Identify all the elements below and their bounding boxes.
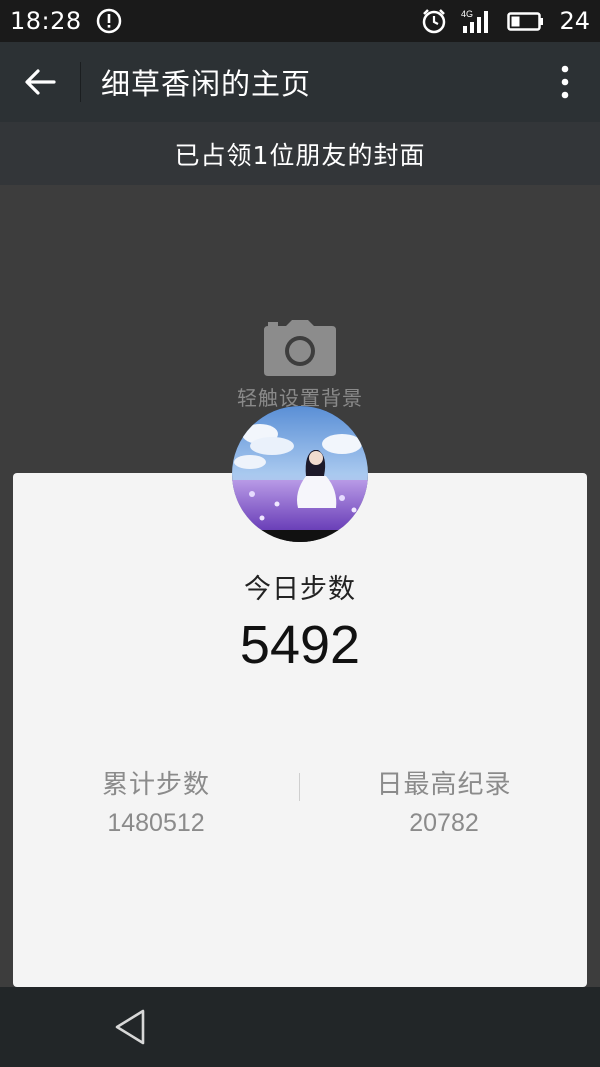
more-vertical-icon [561,65,569,99]
today-steps-value: 5492 [239,615,361,675]
status-right: 4G 24 [421,7,590,35]
camera-icon [264,320,336,376]
daily-record-label: 日最高纪录 [376,770,512,800]
daily-record-value: 20782 [409,809,479,837]
avatar[interactable] [232,406,368,542]
nav-back-button[interactable] [100,997,160,1057]
total-steps-value: 1480512 [107,809,205,837]
triangle-back-icon [115,1009,145,1045]
total-steps: 累计步数 1480512 [16,764,296,838]
navigation-bar [0,987,600,1067]
toolbar: 细草香闲的主页 [0,42,600,122]
network-label: 4G [461,9,473,19]
status-bar: 18:28 4G 24 [0,0,600,42]
today-steps-label: 今日步数 [244,574,356,605]
back-button[interactable] [0,42,80,122]
arrow-left-icon [25,69,56,95]
signal-icon: 4G [461,8,493,34]
stats-divider [299,773,300,801]
alert-icon [96,8,122,34]
alarm-icon [421,8,447,34]
status-left: 18:28 [10,7,122,35]
total-steps-label: 累计步数 [101,770,210,800]
page-title: 细草香闲的主页 [101,67,312,101]
set-background-button[interactable]: 轻触设置背景 [0,320,600,420]
more-button[interactable] [530,42,600,122]
avatar-image [232,406,368,542]
cover-banner[interactable]: 已占领1位朋友的封面 [0,122,600,185]
battery-level: 24 [559,7,590,35]
daily-record: 日最高纪录 20782 [304,764,584,838]
battery-icon [507,8,545,34]
status-time: 18:28 [10,7,82,35]
steps-card [13,473,587,987]
